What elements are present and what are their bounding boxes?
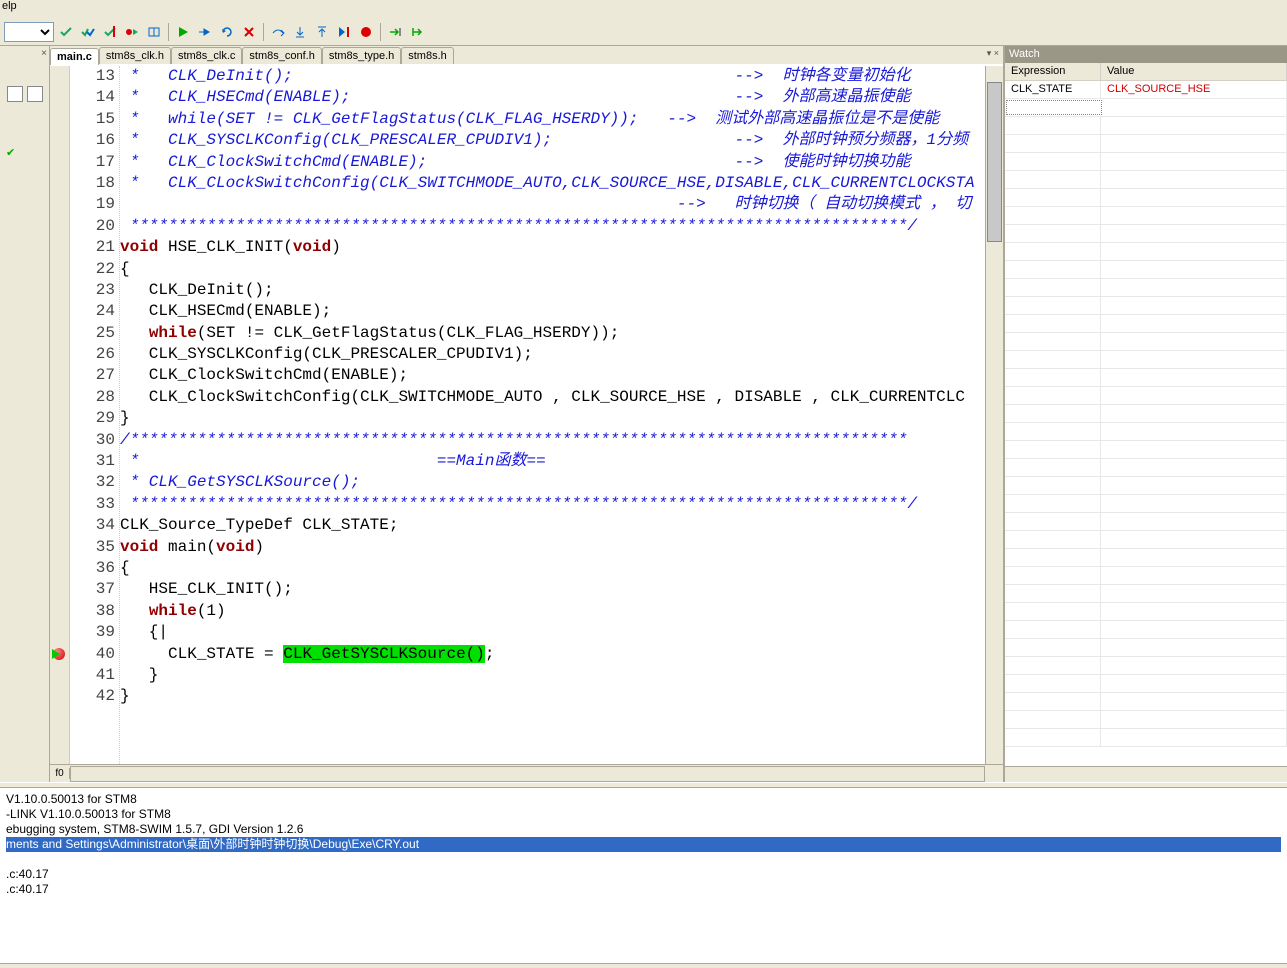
tb-step-out-icon[interactable] — [312, 22, 332, 42]
line-number-gutter: 1314151617181920212223242526272829303132… — [70, 66, 120, 764]
output-line: .c:40.17 — [6, 882, 1281, 897]
code-content[interactable]: * CLK_DeInit(); --> 时钟各变量初始化 * CLK_HSECm… — [120, 66, 985, 764]
tb-go-icon[interactable] — [173, 22, 193, 42]
editor-footer-fn[interactable]: f0 — [50, 768, 70, 779]
menu-item-help[interactable]: elp — [2, 0, 17, 12]
tab-stm8s-h[interactable]: stm8s.h — [401, 47, 454, 64]
toolbar-separator-2 — [263, 23, 264, 41]
output-line: -LINK V1.10.0.50013 for STM8 — [6, 807, 1281, 822]
tb-step-into-icon[interactable] — [290, 22, 310, 42]
scrollbar-thumb[interactable] — [987, 82, 1002, 242]
panel-icon-1[interactable] — [7, 86, 23, 102]
panel-icon-2[interactable] — [27, 86, 43, 102]
output-pane[interactable]: V1.10.0.50013 for STM8-LINK V1.10.0.5001… — [0, 788, 1287, 963]
watch-col-value[interactable]: Value — [1101, 63, 1287, 80]
editor-pane: main.cstm8s_clk.hstm8s_clk.cstm8s_conf.h… — [50, 46, 1005, 782]
output-line-selected[interactable]: ments and Settings\Administrator\桌面\外部时钟… — [6, 837, 1281, 852]
tab-stm8s_type-h[interactable]: stm8s_type.h — [322, 47, 401, 64]
watch-header: Expression Value — [1005, 63, 1287, 81]
status-bar — [0, 963, 1287, 967]
tb-bp-toggle-icon[interactable] — [356, 22, 376, 42]
tab-stm8s_clk-c[interactable]: stm8s_clk.c — [171, 47, 242, 64]
output-line — [6, 852, 1281, 867]
menu-bar[interactable]: elp — [0, 0, 1287, 18]
check-icon: ✔ — [6, 146, 15, 159]
horizontal-scrollbar[interactable] — [70, 766, 985, 782]
toolbar-combo[interactable] — [4, 22, 54, 42]
tb-set-next-icon[interactable] — [407, 22, 427, 42]
close-icon[interactable]: × — [41, 48, 47, 59]
workspace: × ✔ main.cstm8s_clk.hstm8s_clk.cstm8s_co… — [0, 46, 1287, 782]
vertical-scrollbar[interactable] — [985, 66, 1003, 764]
editor-footer: f0 — [50, 764, 1003, 782]
tb-stop-build-icon[interactable] — [100, 22, 120, 42]
tab-stm8s_conf-h[interactable]: stm8s_conf.h — [242, 47, 321, 64]
tb-next-statement-icon[interactable] — [385, 22, 405, 42]
watch-title: Watch — [1005, 46, 1287, 63]
tb-toggle-bp-icon[interactable] — [122, 22, 142, 42]
toolbar — [0, 18, 1287, 46]
tb-make-icon[interactable] — [78, 22, 98, 42]
watch-row[interactable]: CLK_STATECLK_SOURCE_HSE — [1005, 81, 1287, 99]
tab-stm8s_clk-h[interactable]: stm8s_clk.h — [99, 47, 171, 64]
tb-break-icon[interactable] — [195, 22, 215, 42]
watch-col-expression[interactable]: Expression — [1005, 63, 1101, 80]
output-line: V1.10.0.50013 for STM8 — [6, 792, 1281, 807]
breakpoint-gutter[interactable] — [50, 66, 70, 764]
tb-run-to-cursor-icon[interactable] — [334, 22, 354, 42]
toolbar-separator — [168, 23, 169, 41]
left-panel: × ✔ — [0, 46, 50, 782]
tb-download-icon[interactable] — [144, 22, 164, 42]
tb-stop-icon[interactable] — [239, 22, 259, 42]
code-area[interactable]: 1314151617181920212223242526272829303132… — [50, 66, 1003, 764]
tb-compile-icon[interactable] — [56, 22, 76, 42]
editor-tabs: main.cstm8s_clk.hstm8s_clk.cstm8s_conf.h… — [50, 46, 1003, 66]
output-line: ebugging system, STM8-SWIM 1.5.7, GDI Ve… — [6, 822, 1281, 837]
tab-main-c[interactable]: main.c — [50, 48, 99, 65]
toolbar-separator-3 — [380, 23, 381, 41]
output-line: .c:40.17 — [6, 867, 1281, 882]
tab-nav-buttons[interactable]: ▾ × — [987, 48, 999, 59]
tb-reset-icon[interactable] — [217, 22, 237, 42]
watch-row-new[interactable] — [1005, 99, 1287, 117]
watch-pane: Watch Expression Value CLK_STATECLK_SOUR… — [1005, 46, 1287, 782]
watch-horizontal-scrollbar[interactable] — [1005, 766, 1287, 782]
tb-step-over-icon[interactable] — [268, 22, 288, 42]
watch-body[interactable]: CLK_STATECLK_SOURCE_HSE — [1005, 81, 1287, 766]
